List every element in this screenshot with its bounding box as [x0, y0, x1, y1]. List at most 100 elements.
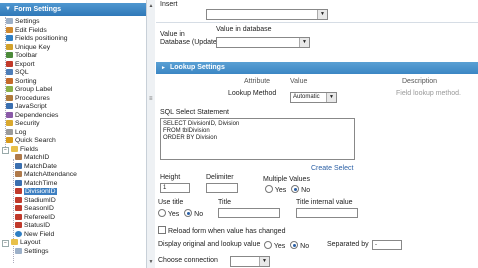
collapse-toggle-icon[interactable]: −	[2, 240, 9, 247]
select-field-icon	[15, 222, 22, 228]
value-in-db-update-label: Value in	[160, 31, 185, 38]
tree-header[interactable]: ▼ Form Settings	[0, 3, 146, 16]
tree-item-divisionid[interactable]: DivisionID	[15, 188, 57, 196]
move-icon	[6, 35, 13, 41]
title-internal-value-input[interactable]	[296, 208, 358, 218]
tree-item-toolbar[interactable]: Toolbar	[6, 52, 37, 60]
insert-label: Insert	[160, 1, 178, 8]
collapse-toggle-icon[interactable]: −	[2, 147, 9, 154]
chevron-down-icon[interactable]: ▼	[317, 10, 327, 19]
tree-scrollbar[interactable]: ▲ ≡ ▼	[146, 0, 155, 268]
height-input[interactable]: 1	[160, 183, 190, 193]
lookup-settings-header[interactable]: ► Lookup Settings	[156, 62, 478, 74]
create-select-link[interactable]: Create Select	[311, 165, 353, 172]
multiple-values-label: Multiple Values	[263, 176, 310, 183]
field-settings-panel: Insert ▼ Value in database Value in Data…	[156, 0, 478, 268]
collapse-arrow-icon[interactable]: ►	[161, 62, 166, 74]
search-icon	[6, 137, 13, 143]
tree-guide-line	[13, 159, 14, 263]
title-input[interactable]	[218, 208, 280, 218]
tree-item-new-field[interactable]: New Field	[15, 231, 54, 239]
lookup-method-select[interactable]: Automatic ▼	[290, 92, 337, 103]
separated-by-input[interactable]: -	[372, 240, 402, 250]
display-original-radio-group: Yes No	[264, 241, 309, 250]
tree-item-fields[interactable]: − Fields	[2, 146, 38, 154]
page-icon	[6, 18, 13, 24]
multiple-values-yes-radio[interactable]	[265, 185, 273, 193]
value-in-database-select[interactable]: ▼	[216, 37, 310, 48]
tree-item-fields-positioning[interactable]: Fields positioning	[6, 35, 68, 43]
delimiter-label: Delimiter	[206, 174, 234, 181]
display-original-no-radio[interactable]	[290, 241, 299, 249]
column-description: Description	[402, 78, 438, 85]
chevron-down-icon[interactable]: ▼	[299, 38, 309, 47]
tree-item-edit-fields[interactable]: Edit Fields	[6, 27, 47, 35]
tree-item-matchattendance[interactable]: MatchAttendance	[15, 171, 77, 179]
sql-select-textarea[interactable]: SELECT DivisionID, Division FROM tblDivi…	[160, 118, 355, 160]
tree-item-matchid[interactable]: MatchID	[15, 154, 49, 162]
chevron-down-icon[interactable]: ▼	[259, 257, 269, 266]
tree-item-settings[interactable]: Settings	[6, 18, 40, 26]
log-icon	[6, 129, 13, 135]
use-title-yes-radio[interactable]	[158, 209, 166, 217]
display-original-yes-radio[interactable]	[264, 241, 272, 249]
tree-item-procedures[interactable]: Procedures	[6, 95, 50, 103]
reload-form-option: Reload form when value has changed	[158, 226, 285, 235]
group-icon	[6, 86, 13, 92]
tree-item-matchdate[interactable]: MatchDate	[15, 163, 57, 171]
field-icon	[15, 171, 22, 177]
sort-icon	[6, 78, 13, 84]
key-icon	[6, 44, 13, 50]
tree-item-export[interactable]: Export	[6, 61, 35, 69]
tree-title: Form Settings	[14, 6, 62, 13]
shield-icon	[6, 120, 13, 126]
tree-item-unique-key[interactable]: Unique Key	[6, 44, 50, 52]
reload-form-label: Reload form when value has changed	[167, 228, 286, 235]
tree-item-sql[interactable]: SQL	[6, 69, 29, 77]
delimiter-input[interactable]	[206, 183, 238, 193]
tree-item-quick-search[interactable]: Quick Search	[6, 137, 56, 145]
title-label: Title	[218, 199, 231, 206]
tree-item-refereeid[interactable]: RefereeID	[15, 214, 55, 222]
scroll-up-arrow-icon[interactable]: ▲	[147, 2, 155, 10]
tree-item-layout[interactable]: − Layout	[2, 239, 40, 247]
tree-item-group-label[interactable]: Group Label	[6, 86, 52, 94]
divider	[156, 22, 478, 23]
calendar-icon	[15, 163, 22, 169]
folder-icon	[11, 146, 18, 152]
lookup-method-label: Lookup Method	[228, 90, 277, 97]
tree-item-statusid[interactable]: StatusID	[15, 222, 50, 230]
tree-item-matchtime[interactable]: MatchTime	[15, 180, 57, 188]
display-original-label: Display original and lookup value	[158, 241, 261, 248]
pencil-icon	[6, 27, 13, 33]
reload-form-checkbox[interactable]	[158, 226, 166, 234]
procedure-icon	[6, 95, 13, 101]
tree-item-dependencies[interactable]: Dependencies	[6, 112, 58, 120]
insert-select[interactable]: ▼	[206, 9, 328, 20]
tree-item-seasonid[interactable]: SeasonID	[15, 205, 54, 213]
sql-icon	[6, 69, 13, 75]
select-field-icon	[15, 188, 22, 194]
collapse-arrow-icon[interactable]: ▼	[5, 3, 11, 16]
sql-line: SELECT DivisionID, Division	[163, 121, 240, 127]
page-icon	[15, 248, 22, 254]
multiple-values-no-radio[interactable]	[291, 185, 300, 193]
field-icon	[15, 154, 22, 160]
tree-item-log[interactable]: Log	[6, 129, 26, 137]
tree-item-layout-settings[interactable]: Settings	[15, 248, 49, 256]
section-title: Lookup Settings	[170, 64, 225, 71]
tree-item-javascript[interactable]: JavaScript	[6, 103, 47, 111]
value-in-database-label: Value in database	[216, 26, 272, 33]
use-title-no-radio[interactable]	[184, 209, 193, 217]
multiple-values-radio-group: Yes No	[265, 185, 310, 194]
value-in-db-update-label-2: Database (Update)	[160, 39, 220, 46]
scroll-grip-icon[interactable]: ≡	[149, 96, 153, 102]
tree-item-stadiumid[interactable]: StadiumID	[15, 197, 56, 205]
chevron-down-icon[interactable]: ▼	[326, 93, 336, 102]
column-value: Value	[290, 78, 308, 85]
tree-item-sorting[interactable]: Sorting	[6, 78, 37, 86]
scroll-down-arrow-icon[interactable]: ▼	[147, 258, 155, 266]
use-title-radio-group: Yes No	[158, 209, 203, 218]
tree-item-security[interactable]: Security	[6, 120, 40, 128]
choose-connection-select[interactable]: ▼	[230, 256, 270, 267]
